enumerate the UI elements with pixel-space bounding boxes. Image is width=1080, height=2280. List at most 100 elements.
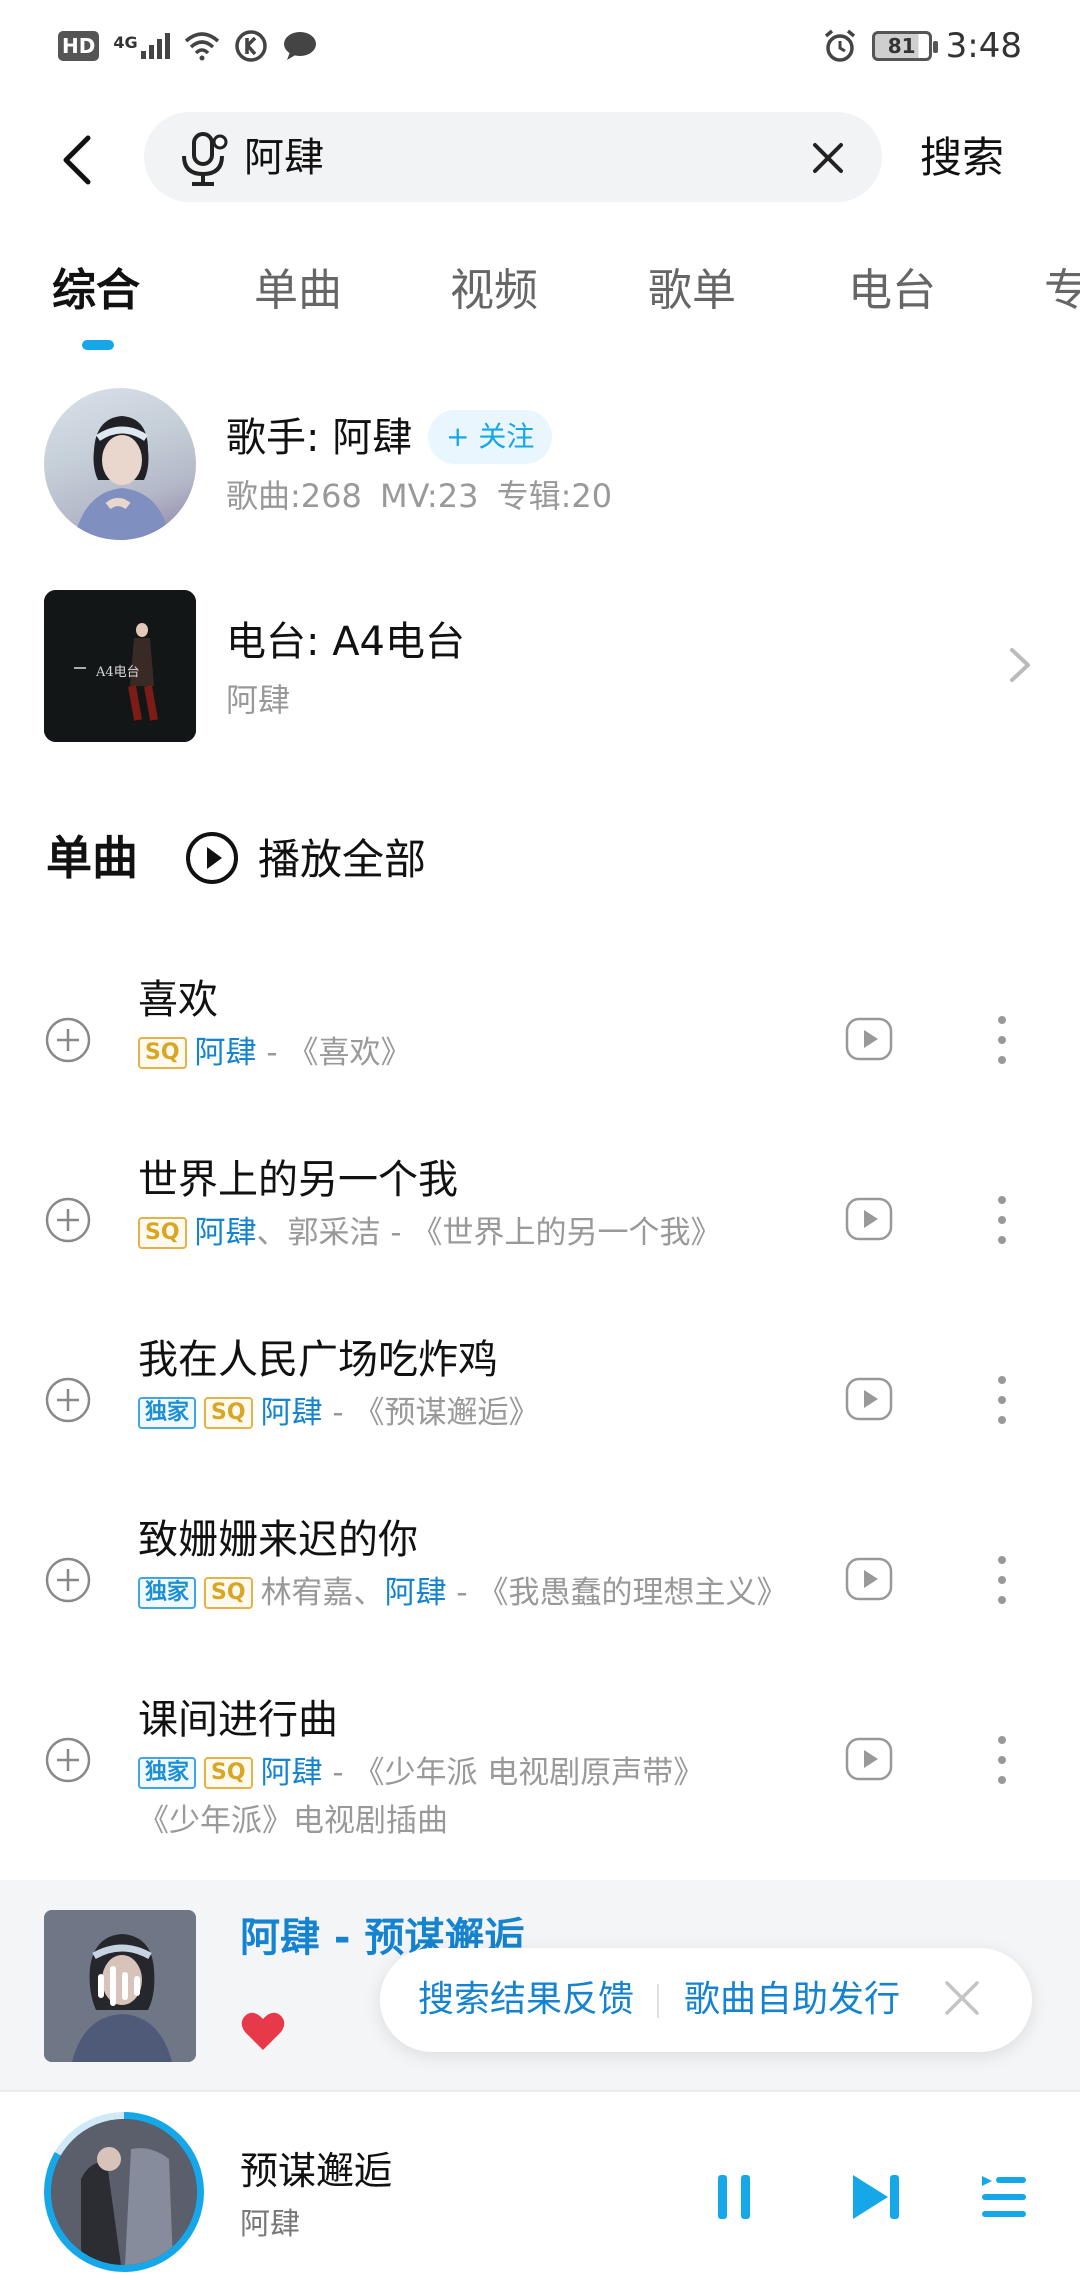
- playlist-queue-button[interactable]: [980, 2174, 1028, 2220]
- exclusive-badge: 独家: [138, 1577, 197, 1609]
- song-artists: 林宥嘉、阿肆 - 《我愚蠢的理想主义》: [261, 1570, 788, 1616]
- status-bar: HD 4G 81 3:48: [0, 0, 1080, 92]
- back-arrow-icon: [63, 135, 91, 185]
- song-artist-link[interactable]: 阿肆: [261, 1395, 323, 1431]
- mini-player-cover[interactable]: [44, 1910, 196, 2062]
- song-album: - 《预谋邂逅》: [322, 1395, 540, 1431]
- add-to-playlist-icon[interactable]: [44, 1556, 92, 1604]
- more-options-icon[interactable]: [984, 1732, 1020, 1788]
- now-playing-disc[interactable]: [44, 2112, 204, 2272]
- heart-icon[interactable]: [240, 2010, 286, 2052]
- song-artists: 阿肆 - 《喜欢》: [195, 1030, 412, 1076]
- wifi-icon: [184, 32, 219, 61]
- artist-photo: [74, 416, 170, 540]
- song-artist-link[interactable]: 阿肆: [261, 1755, 323, 1791]
- hd-indicator: HD: [58, 31, 100, 61]
- sq-badge: SQ: [204, 1577, 253, 1609]
- song-row[interactable]: 课间进行曲 独家 SQ 阿肆 - 《少年派 电视剧原声带》 《少年派》电视剧插曲: [0, 1692, 1080, 1872]
- follow-button[interactable]: + 关注: [428, 410, 553, 464]
- song-title[interactable]: 喜欢: [138, 972, 218, 1028]
- song-title[interactable]: 我在人民广场吃炸鸡: [138, 1332, 498, 1388]
- alarm-icon: [824, 29, 855, 62]
- radio-cover-art: A4电台: [44, 590, 196, 742]
- song-album: - 《喜欢》: [256, 1035, 412, 1071]
- tab-albums[interactable]: 专: [1044, 260, 1080, 322]
- network-type: 4G: [113, 33, 138, 52]
- song-artist-link[interactable]: 阿肆: [385, 1575, 447, 1611]
- song-artists: 阿肆、郭采洁 - 《世界上的另一个我》: [195, 1210, 722, 1256]
- play-all-icon[interactable]: [184, 830, 240, 886]
- sq-badge: SQ: [204, 1397, 253, 1429]
- status-left: HD 4G: [58, 22, 318, 70]
- more-options-icon[interactable]: [984, 1012, 1020, 1068]
- add-to-playlist-icon[interactable]: [44, 1376, 92, 1424]
- divider: [0, 2090, 1080, 2092]
- artist-avatar[interactable]: [44, 388, 196, 540]
- song-meta: 独家 SQ 阿肆 - 《预谋邂逅》: [138, 1390, 539, 1436]
- tab-songs[interactable]: 单曲: [254, 260, 342, 322]
- now-playing-artist: 阿肆: [240, 2207, 300, 2242]
- play-video-icon[interactable]: [844, 1554, 894, 1604]
- add-to-playlist-icon[interactable]: [44, 1196, 92, 1244]
- status-right: 81 3:48: [822, 22, 1022, 70]
- feedback-divider: [657, 1984, 659, 2018]
- play-all-button[interactable]: 播放全部: [258, 828, 426, 892]
- self-publish-link[interactable]: 歌曲自助发行: [684, 1972, 900, 2028]
- song-row[interactable]: 喜欢 SQ 阿肆 - 《喜欢》: [0, 972, 1080, 1132]
- add-to-playlist-icon[interactable]: [44, 1736, 92, 1784]
- song-row[interactable]: 我在人民广场吃炸鸡 独家 SQ 阿肆 - 《预谋邂逅》: [0, 1332, 1080, 1492]
- more-options-icon[interactable]: [984, 1372, 1020, 1428]
- exclusive-badge: 独家: [138, 1397, 197, 1429]
- song-title[interactable]: 课间进行曲: [138, 1692, 338, 1748]
- radio-title[interactable]: 电台: A4电台: [226, 614, 465, 670]
- play-video-icon[interactable]: [844, 1734, 894, 1784]
- battery-level: 81: [887, 34, 916, 58]
- k-app-icon: [234, 30, 267, 62]
- next-track-button[interactable]: [850, 2172, 902, 2222]
- song-meta: SQ 阿肆、郭采洁 - 《世界上的另一个我》: [138, 1210, 721, 1256]
- artist-name[interactable]: 歌手: 阿肆: [226, 410, 412, 466]
- exclusive-badge: 独家: [138, 1757, 197, 1789]
- search-feedback-link[interactable]: 搜索结果反馈: [418, 1972, 634, 2028]
- add-to-playlist-icon[interactable]: [44, 1016, 92, 1064]
- now-playing-cover: [51, 2119, 197, 2265]
- tab-radio[interactable]: 电台: [848, 260, 936, 322]
- voice-search-icon[interactable]: [176, 128, 232, 188]
- signal-icon: 4G: [113, 33, 170, 59]
- song-row[interactable]: 世界上的另一个我 SQ 阿肆、郭采洁 - 《世界上的另一个我》: [0, 1152, 1080, 1312]
- clock: 3:48: [945, 26, 1022, 66]
- now-playing-title[interactable]: 预谋邂逅: [240, 2144, 392, 2198]
- chevron-right-icon[interactable]: [1000, 640, 1040, 690]
- radio-cover[interactable]: A4电台: [44, 590, 196, 742]
- active-tab-indicator: [82, 340, 114, 350]
- back-button[interactable]: [38, 120, 118, 200]
- tab-videos[interactable]: 视频: [450, 260, 538, 322]
- song-row[interactable]: 致姗姗来迟的你独家 SQ 林宥嘉、阿肆 - 《我愚蠢的理想主义》: [0, 1512, 1080, 1672]
- more-options-icon[interactable]: [984, 1192, 1020, 1248]
- tab-playlists[interactable]: 歌单: [648, 260, 736, 322]
- song-album: - 《少年派 电视剧原声带》: [322, 1755, 705, 1791]
- song-meta: 独家 SQ 阿肆 - 《少年派 电视剧原声带》: [138, 1750, 704, 1796]
- search-input[interactable]: 阿肆: [244, 130, 324, 186]
- clear-search-button[interactable]: [800, 133, 856, 183]
- song-album: - 《我愚蠢的理想主义》: [446, 1575, 788, 1611]
- song-title[interactable]: 世界上的另一个我: [138, 1152, 458, 1208]
- songs-section-title: 单曲: [46, 831, 138, 885]
- song-artist-link[interactable]: 阿肆: [195, 1035, 257, 1071]
- sq-badge: SQ: [204, 1757, 253, 1789]
- play-video-icon[interactable]: [844, 1014, 894, 1064]
- chat-icon: [283, 32, 316, 60]
- mini-cover-art: [44, 1910, 196, 2062]
- pause-button[interactable]: [712, 2172, 756, 2222]
- play-video-icon[interactable]: [844, 1194, 894, 1244]
- more-options-icon[interactable]: [984, 1552, 1020, 1608]
- song-artist-link[interactable]: 阿肆: [195, 1215, 257, 1251]
- close-icon[interactable]: [942, 1978, 982, 2018]
- tab-comprehensive[interactable]: 综合: [52, 260, 140, 322]
- search-button[interactable]: 搜索: [920, 130, 1004, 186]
- song-title[interactable]: 致姗姗来迟的你: [138, 1512, 418, 1568]
- close-icon: [813, 143, 843, 173]
- play-video-icon[interactable]: [844, 1374, 894, 1424]
- artist-stats: 歌曲:268 MV:23 专辑:20: [226, 477, 613, 515]
- song-album: - 《世界上的另一个我》: [380, 1215, 722, 1251]
